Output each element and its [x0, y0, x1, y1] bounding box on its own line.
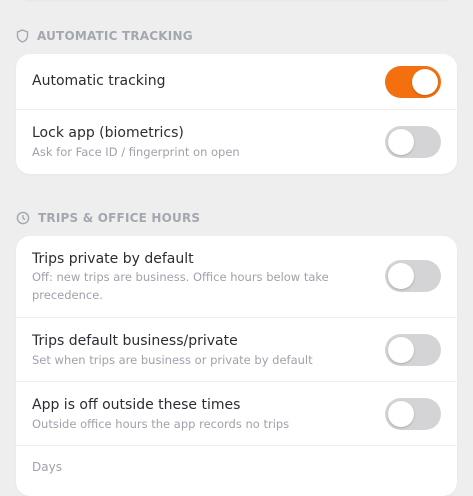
toggle-knob — [388, 401, 414, 427]
section-header-automatic-tracking: AUTOMATIC TRACKING — [16, 29, 193, 43]
toggle-knob — [388, 337, 414, 363]
trips-private-toggle[interactable] — [385, 260, 441, 292]
section-title: AUTOMATIC TRACKING — [37, 29, 193, 43]
toggle-knob — [412, 69, 438, 95]
section-title: TRIPS & OFFICE HOURS — [38, 211, 201, 225]
shield-icon — [16, 29, 29, 43]
lock-app-toggle[interactable] — [385, 126, 441, 158]
app-off-outside-times-toggle[interactable] — [385, 398, 441, 430]
row-subtitle: Outside office hours the app records no … — [32, 417, 290, 431]
toggle-knob — [388, 263, 414, 289]
row-trips-default[interactable]: Trips default business/private Set when … — [16, 318, 457, 382]
row-subtitle: Set when trips are business or private b… — [32, 353, 313, 367]
row-title: App is off outside these times — [32, 397, 241, 413]
toggle-knob — [388, 129, 414, 155]
section-header-trips-office-hours: TRIPS & OFFICE HOURS — [16, 211, 200, 225]
clock-icon — [16, 211, 30, 225]
row-subtitle: Ask for Face ID / fingerprint on open — [32, 145, 240, 159]
row-subtitle: Off: new trips are business. Office hour… — [32, 270, 329, 302]
trips-default-toggle[interactable] — [385, 334, 441, 366]
automatic-tracking-card: Automatic tracking Lock app (biometrics)… — [16, 54, 457, 174]
row-title: Lock app (biometrics) — [32, 125, 184, 141]
row-title: Automatic tracking — [32, 73, 166, 89]
row-app-off-outside-times[interactable]: App is off outside these times Outside o… — [16, 382, 457, 446]
row-days: Days — [16, 446, 457, 496]
days-label: Days — [32, 460, 62, 474]
row-lock-app[interactable]: Lock app (biometrics) Ask for Face ID / … — [16, 110, 457, 174]
row-automatic-tracking[interactable]: Automatic tracking — [16, 54, 457, 110]
row-title: Trips private by default — [32, 251, 194, 267]
row-trips-private[interactable]: Trips private by default Off: new trips … — [16, 236, 457, 318]
automatic-tracking-toggle[interactable] — [385, 66, 441, 98]
trips-office-hours-card: Trips private by default Off: new trips … — [16, 236, 457, 496]
row-title: Trips default business/private — [32, 333, 238, 349]
